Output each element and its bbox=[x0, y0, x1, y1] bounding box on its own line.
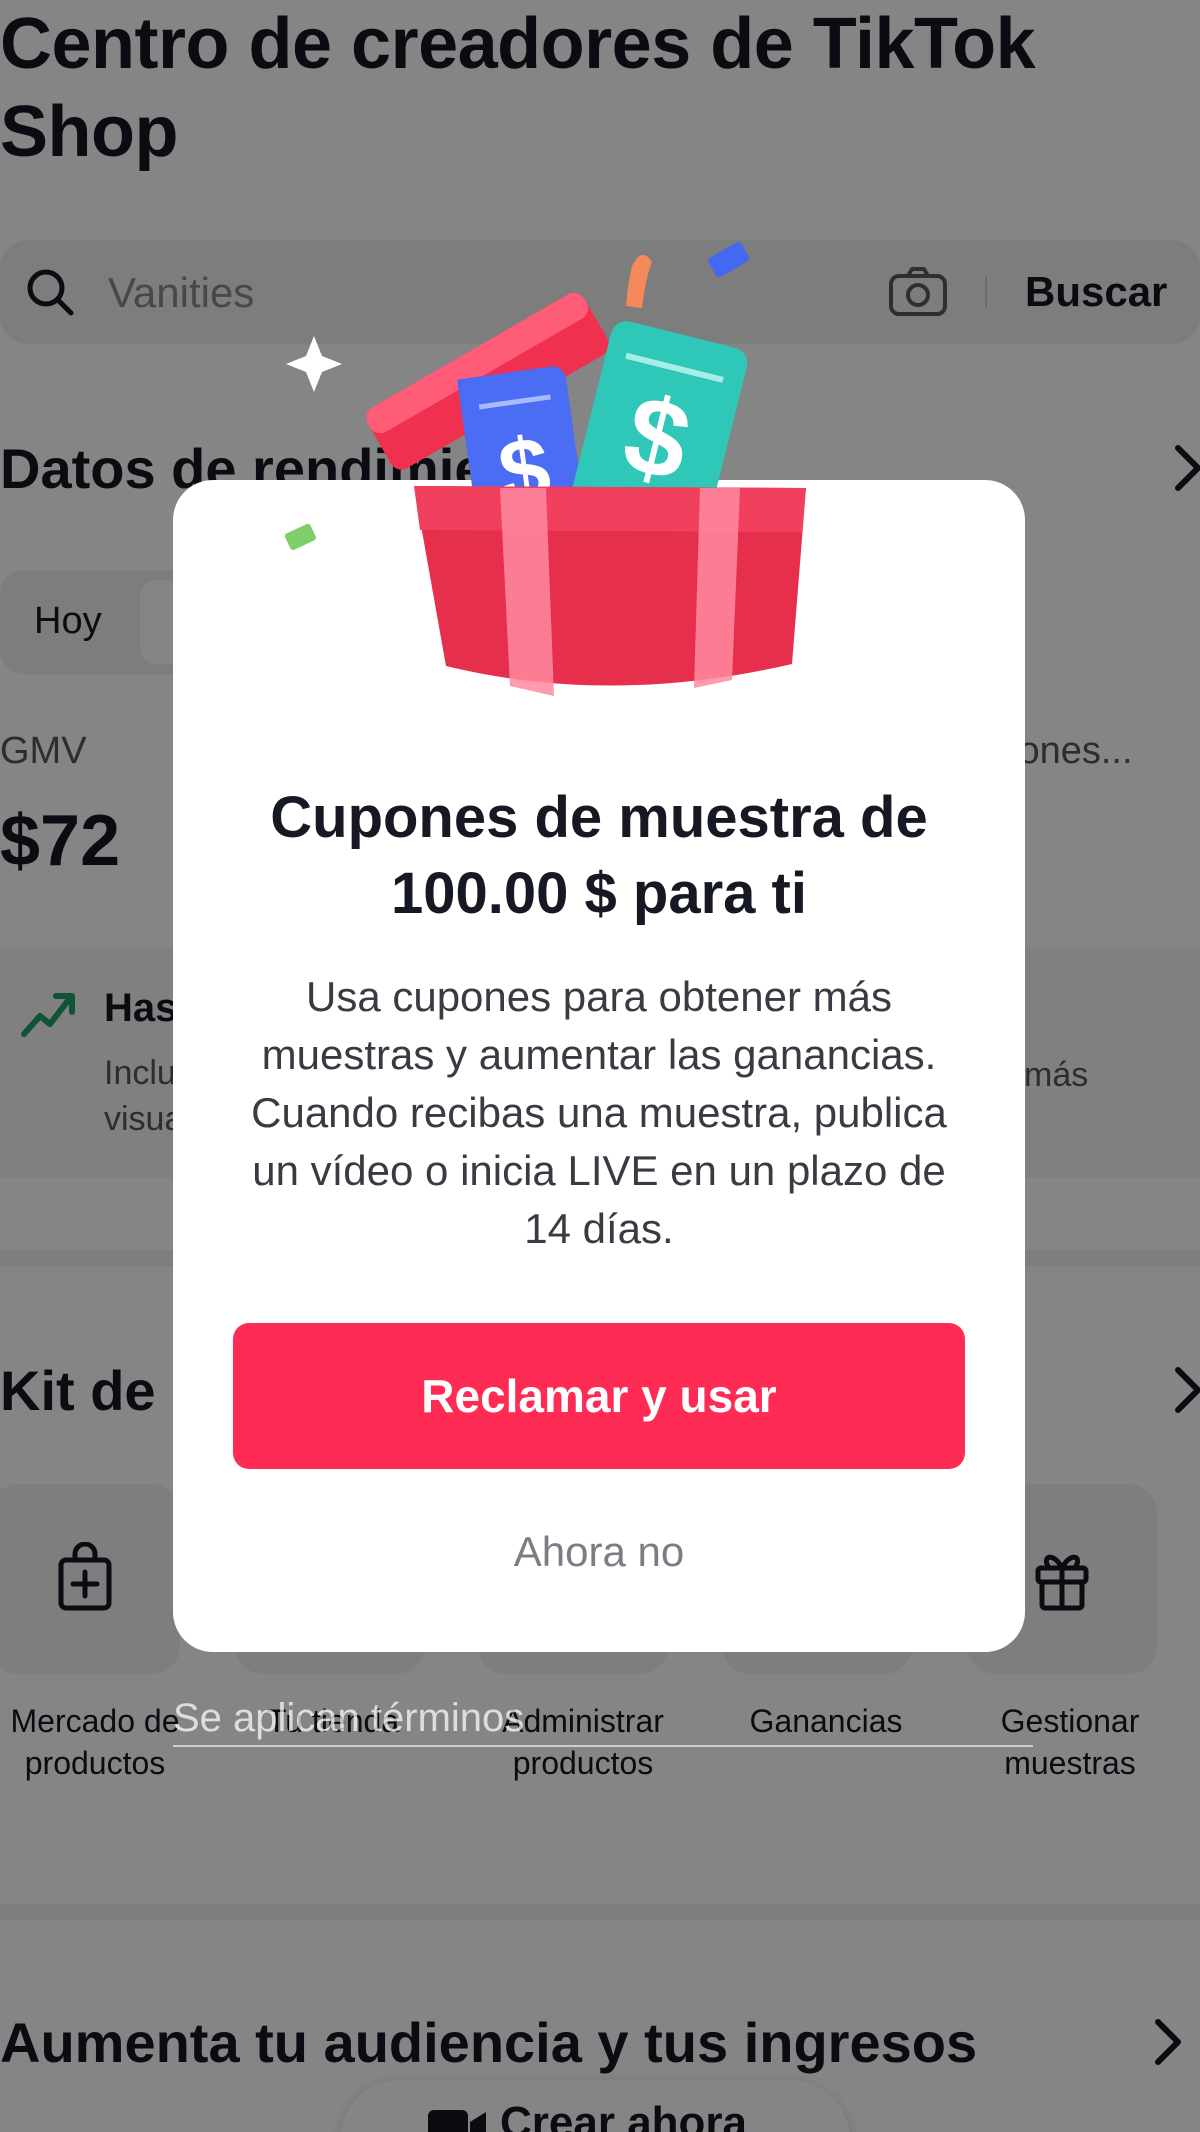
modal-description: Usa cupones para obtener más muestras y … bbox=[251, 973, 947, 1252]
terms-link[interactable]: Se aplican términos bbox=[173, 1696, 1033, 1747]
creator-center-page: Centro de creadores de TikTok Shop Busca… bbox=[0, 0, 1200, 2132]
not-now-button[interactable]: Ahora no bbox=[233, 1528, 965, 1576]
claim-and-use-button[interactable]: Reclamar y usar bbox=[233, 1323, 965, 1469]
gift-box-illustration: $ $ bbox=[284, 242, 806, 696]
modal-title: Cupones de muestra de 100.00 $ para ti bbox=[270, 785, 928, 926]
